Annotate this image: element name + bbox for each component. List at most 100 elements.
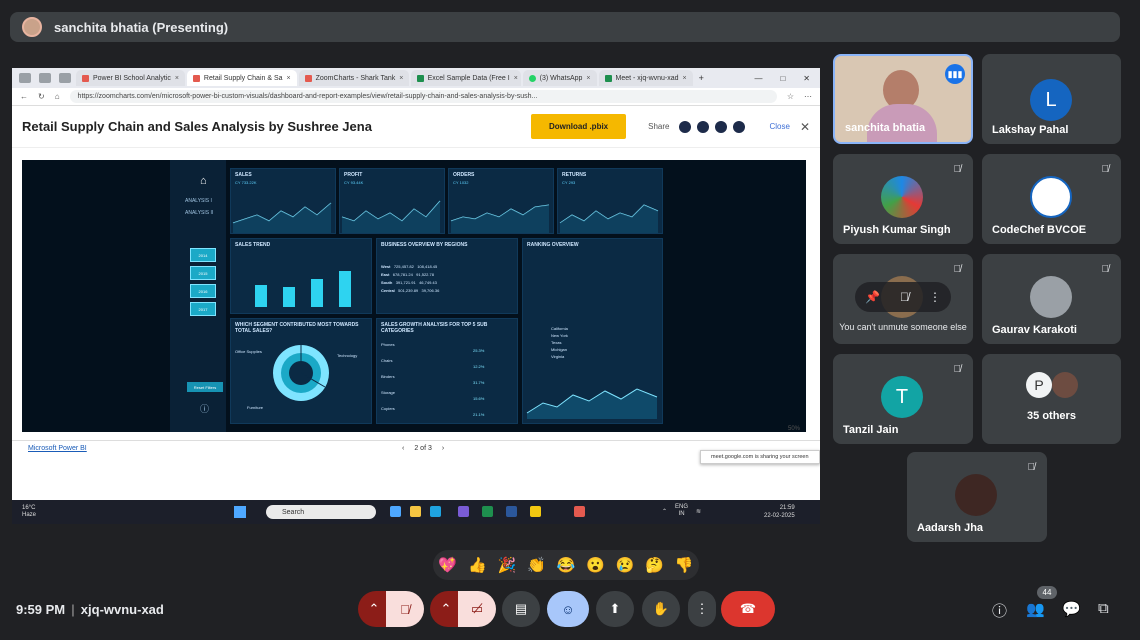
minimize-icon[interactable]: —: [754, 74, 762, 83]
reset-filters-button[interactable]: Reset Filters: [187, 382, 223, 392]
meeting-details-icon[interactable]: ⓘ: [992, 600, 1007, 621]
participant-tile[interactable]: L Lakshay Pahal: [982, 54, 1121, 144]
reload-icon[interactable]: ↻: [38, 92, 45, 101]
reaction-thinking[interactable]: 🤔: [645, 556, 664, 574]
tab-actions-icon[interactable]: [59, 73, 71, 83]
year-slicer[interactable]: 2017: [190, 302, 216, 316]
close-tab-icon[interactable]: ×: [586, 75, 590, 82]
email-icon[interactable]: [733, 120, 746, 133]
reaction-sad[interactable]: 😢: [616, 556, 635, 574]
avatar: [1030, 276, 1072, 318]
page-header: Retail Supply Chain and Sales Analysis b…: [12, 106, 820, 148]
participant-tile[interactable]: 🎙̸ Piyush Kumar Singh: [833, 154, 973, 244]
report-home-icon[interactable]: ⌂: [200, 175, 207, 187]
leave-call-button[interactable]: ☎: [721, 591, 775, 627]
year-slicer[interactable]: 2016: [190, 284, 216, 298]
extensions-icon[interactable]: ⋯: [804, 92, 812, 101]
browser-tab[interactable]: ZoomCharts - Shark Tank ×: [298, 70, 409, 86]
home-icon[interactable]: ⌂: [55, 92, 60, 101]
reactions-button[interactable]: ☺: [547, 591, 589, 627]
captions-button[interactable]: ▤: [502, 591, 540, 627]
info-icon[interactable]: ⓘ: [200, 402, 209, 415]
wifi-icon[interactable]: ≋: [696, 508, 701, 515]
reaction-thumbs-up[interactable]: 👍: [468, 556, 487, 574]
more-options-icon[interactable]: ⋮: [929, 290, 941, 304]
power-bi-link[interactable]: Microsoft Power BI: [28, 445, 87, 452]
close-tab-icon[interactable]: ×: [514, 75, 518, 82]
download-pbix-button[interactable]: Download .pbix: [531, 114, 627, 139]
close-tab-icon[interactable]: ×: [175, 75, 179, 82]
weather-widget[interactable]: 16°C Haze: [12, 505, 82, 519]
pin-icon[interactable]: 📌: [865, 290, 880, 304]
mute-disabled-icon[interactable]: 🎙̸: [900, 290, 909, 304]
chat-icon[interactable]: 💬: [1062, 600, 1081, 618]
others-count: 35 others: [1027, 410, 1076, 422]
reaction-laugh[interactable]: 😂: [557, 556, 576, 574]
mic-toggle-button[interactable]: 🎙̸: [386, 591, 424, 627]
camera-toggle-button[interactable]: ▭̸: [458, 591, 496, 627]
browser-tab-active[interactable]: Retail Supply Chain & Sa ×: [186, 70, 297, 86]
participant-tile[interactable]: 🎙̸ Aadarsh Jha: [907, 452, 1047, 542]
reaction-clap[interactable]: 👏: [527, 556, 546, 574]
year-slicer[interactable]: 2014: [190, 248, 216, 262]
tab-label: (3) WhatsApp: [539, 74, 583, 82]
activities-icon[interactable]: ⧉: [1098, 600, 1109, 617]
close-window-icon[interactable]: ✕: [803, 74, 810, 83]
taskbar-clock[interactable]: 21:59 22-02-2025: [764, 504, 795, 520]
back-icon[interactable]: ←: [20, 92, 28, 101]
reaction-surprised[interactable]: 😮: [586, 556, 605, 574]
close-link[interactable]: Close: [769, 122, 789, 131]
chrome-icon[interactable]: [574, 506, 585, 517]
close-icon[interactable]: ✕: [800, 120, 810, 134]
taskbar-search[interactable]: Search: [266, 505, 376, 519]
app-icon[interactable]: [390, 506, 401, 517]
bookmark-icon[interactable]: ☆: [787, 92, 794, 101]
url-field[interactable]: https://zoomcharts.com/en/microsoft-powe…: [69, 90, 777, 103]
browser-tab[interactable]: Excel Sample Data (Free I ×: [410, 70, 521, 86]
excel-icon[interactable]: [482, 506, 493, 517]
more-options-button[interactable]: ⋮: [688, 591, 716, 627]
profile-icon[interactable]: [19, 73, 31, 83]
social-links: [679, 120, 746, 133]
participant-tile[interactable]: 🎙̸ CodeChef BVCOE: [982, 154, 1121, 244]
reaction-party[interactable]: 🎉: [498, 556, 517, 574]
maximize-icon[interactable]: □: [780, 74, 785, 83]
participant-tile-others[interactable]: P 35 others: [982, 354, 1121, 444]
browser-tab[interactable]: Power BI School Analytic ×: [76, 70, 185, 86]
prev-page-icon[interactable]: ‹: [402, 445, 404, 452]
power-bi-icon[interactable]: [530, 506, 541, 517]
close-tab-icon[interactable]: ×: [399, 75, 403, 82]
participant-tile[interactable]: 🎙̸ 📌 🎙̸ ⋮ You can't unmute someone else: [833, 254, 973, 344]
reaction-heart[interactable]: 💖: [438, 556, 457, 574]
linkedin-icon[interactable]: [679, 120, 692, 133]
participant-tile-presenter[interactable]: ▮▮▮ sanchita bhatia: [833, 54, 973, 144]
close-tab-icon[interactable]: ×: [683, 75, 687, 82]
file-explorer-icon[interactable]: [410, 506, 421, 517]
browser-tab[interactable]: (3) WhatsApp ×: [522, 70, 597, 86]
year-slicer[interactable]: 2015: [190, 266, 216, 280]
nav-analysis-1[interactable]: ANALYSIS I: [185, 198, 212, 204]
nav-analysis-2[interactable]: ANALYSIS II: [185, 210, 213, 216]
present-button[interactable]: ⬆: [596, 591, 634, 627]
facebook-icon[interactable]: [697, 120, 710, 133]
new-tab-icon[interactable]: +: [699, 73, 704, 83]
zoom-level[interactable]: 50%: [788, 426, 800, 432]
chevron-up-icon[interactable]: ⌃: [662, 508, 667, 515]
start-icon[interactable]: [234, 506, 246, 518]
app-icon[interactable]: [458, 506, 469, 517]
edge-icon[interactable]: [430, 506, 441, 517]
collections-icon[interactable]: [39, 73, 51, 83]
favicon-icon: [192, 74, 200, 82]
participant-tile[interactable]: 🎙̸ Gaurav Karakoti: [982, 254, 1121, 344]
raise-hand-button[interactable]: ✋: [642, 591, 680, 627]
reaction-thumbs-down[interactable]: 👎: [675, 556, 694, 574]
twitter-icon[interactable]: [715, 120, 728, 133]
participant-tile[interactable]: T 🎙̸ Tanzil Jain: [833, 354, 973, 444]
participant-count-badge: 44: [1037, 586, 1057, 599]
next-page-icon[interactable]: ›: [442, 445, 444, 452]
people-icon[interactable]: 👥: [1026, 600, 1045, 618]
close-tab-icon[interactable]: ×: [287, 75, 291, 82]
language-indicator[interactable]: ENG IN: [675, 504, 688, 518]
word-icon[interactable]: [506, 506, 517, 517]
browser-tab[interactable]: Meet - xjq-wvnu-xad ×: [598, 70, 693, 86]
